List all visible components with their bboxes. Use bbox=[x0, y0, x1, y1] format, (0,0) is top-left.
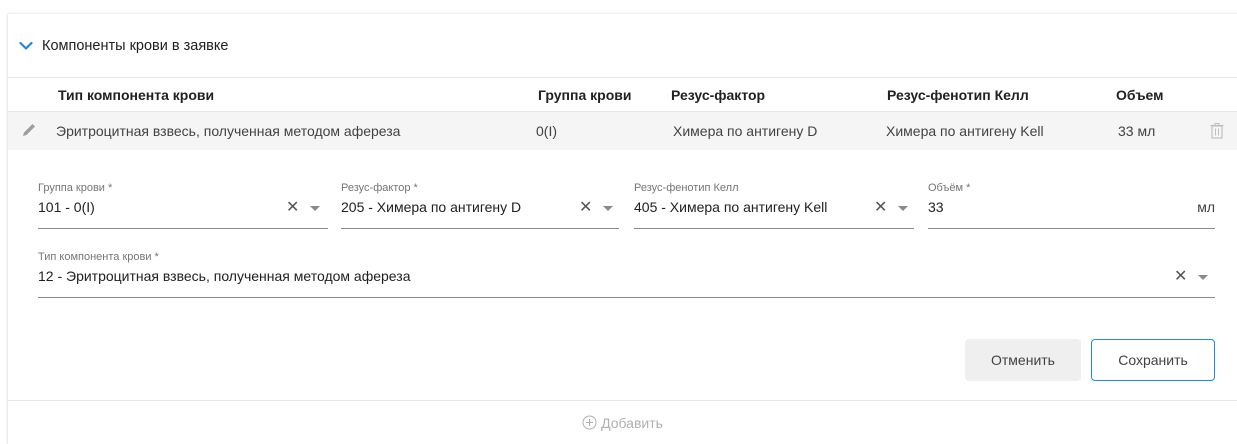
clear-icon[interactable]: ✕ bbox=[579, 198, 592, 218]
column-header-volume: Объем bbox=[1116, 86, 1164, 103]
volume-value: 33 bbox=[928, 199, 944, 215]
plus-circle-icon bbox=[582, 415, 597, 430]
component-type-label: Тип компонента крови * bbox=[38, 251, 159, 263]
trash-icon[interactable] bbox=[1209, 122, 1225, 140]
clear-icon[interactable]: ✕ bbox=[874, 198, 887, 218]
cancel-button[interactable]: Отменить bbox=[965, 339, 1081, 381]
column-header-rh-factor: Резус-фактор bbox=[671, 86, 766, 103]
rh-factor-label: Резус-фактор * bbox=[341, 182, 418, 194]
field-underline bbox=[634, 228, 914, 229]
field-underline bbox=[38, 228, 328, 229]
add-label: Добавить bbox=[601, 414, 663, 431]
table-header: Тип компонента крови Группа крови Резус-… bbox=[8, 78, 1237, 112]
section-header[interactable]: Компоненты крови в заявке bbox=[8, 14, 1237, 78]
cell-component-type: Эритроцитная взвесь, полученная методом … bbox=[56, 123, 401, 139]
dropdown-arrow-icon[interactable] bbox=[603, 206, 613, 211]
volume-unit: мл bbox=[1197, 199, 1215, 215]
add-button[interactable]: Добавить bbox=[8, 400, 1237, 444]
component-type-select[interactable]: Тип компонента крови * 12 - Эритроцитная… bbox=[38, 251, 1215, 298]
blood-group-select[interactable]: Группа крови * 101 - 0(I) ✕ bbox=[38, 182, 328, 229]
component-type-value: 12 - Эритроцитная взвесь, полученная мет… bbox=[38, 268, 411, 284]
cell-volume: 33 мл bbox=[1118, 123, 1156, 139]
blood-group-label: Группа крови * bbox=[38, 182, 113, 194]
dropdown-arrow-icon[interactable] bbox=[310, 206, 320, 211]
dropdown-arrow-icon[interactable] bbox=[898, 206, 908, 211]
section-title: Компоненты крови в заявке bbox=[42, 37, 229, 54]
kell-select[interactable]: Резус-фенотип Келл 405 - Химера по антиг… bbox=[634, 182, 914, 229]
blood-components-panel: Компоненты крови в заявке Тип компонента… bbox=[8, 14, 1237, 444]
rh-factor-select[interactable]: Резус-фактор * 205 - Химера по антигену … bbox=[341, 182, 619, 229]
column-header-kell: Резус-фенотип Келл bbox=[887, 86, 1029, 103]
pencil-icon[interactable] bbox=[20, 121, 38, 139]
column-header-blood-group: Группа крови bbox=[538, 86, 632, 103]
blood-group-value: 101 - 0(I) bbox=[38, 199, 95, 215]
cell-blood-group: 0(I) bbox=[536, 123, 557, 139]
volume-input[interactable]: Объём * 33 мл bbox=[928, 182, 1215, 229]
clear-icon[interactable]: ✕ bbox=[1174, 267, 1187, 287]
clear-icon[interactable]: ✕ bbox=[286, 198, 299, 218]
column-header-component-type: Тип компонента крови bbox=[58, 86, 215, 103]
field-underline bbox=[928, 228, 1215, 229]
kell-label: Резус-фенотип Келл bbox=[634, 182, 739, 194]
table-row[interactable]: Эритроцитная взвесь, полученная методом … bbox=[8, 112, 1237, 150]
cell-kell: Химера по антигену Kell bbox=[886, 123, 1044, 139]
cell-rh-factor: Химера по антигену D bbox=[673, 123, 818, 139]
field-underline bbox=[341, 228, 619, 229]
volume-label: Объём * bbox=[928, 182, 971, 194]
save-button[interactable]: Сохранить bbox=[1091, 339, 1215, 381]
rh-factor-value: 205 - Химера по антигену D bbox=[341, 199, 522, 215]
field-underline bbox=[38, 297, 1215, 298]
dropdown-arrow-icon[interactable] bbox=[1198, 275, 1208, 280]
kell-value: 405 - Химера по антигену Kell bbox=[634, 199, 828, 215]
chevron-down-icon[interactable] bbox=[16, 36, 36, 56]
